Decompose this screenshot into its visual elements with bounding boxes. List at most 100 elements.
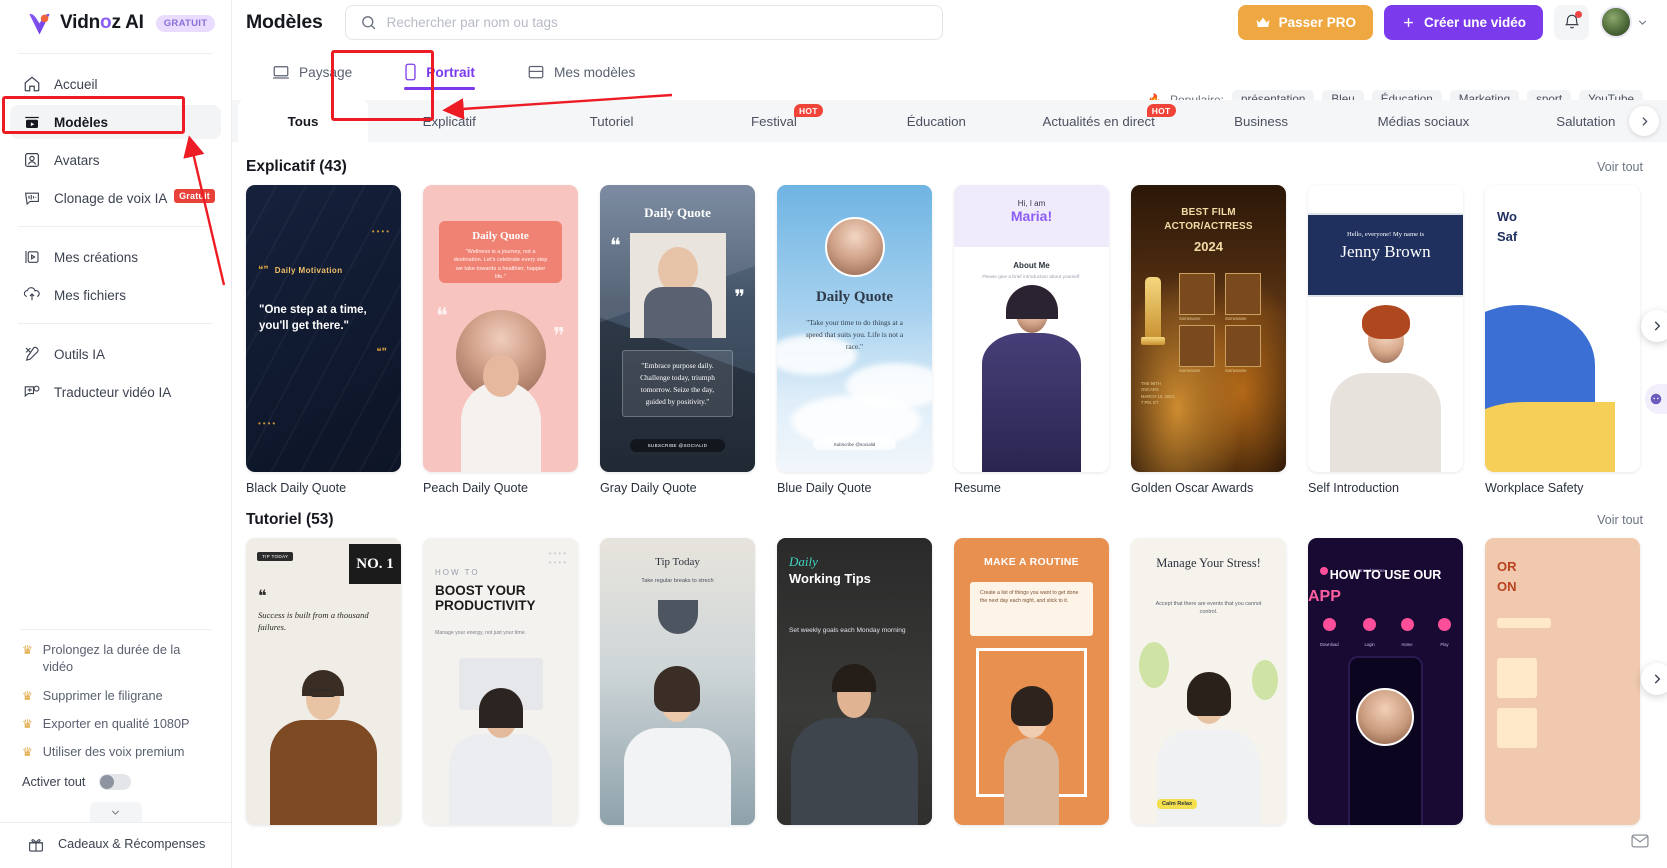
sidebar-item-mes-fichiers[interactable]: Mes fichiers (10, 278, 221, 312)
category-label: Actualités en direct (1042, 113, 1155, 129)
category-label: Médias sociaux (1377, 113, 1470, 129)
row-next-button-explicatif[interactable] (1641, 310, 1667, 342)
page-title: Modèles (246, 10, 323, 33)
category-tab-medias-sociaux[interactable]: Médias sociaux (1342, 100, 1504, 142)
category-label: Festival (751, 113, 797, 129)
create-video-button[interactable]: Créer une vidéo (1383, 4, 1543, 40)
category-tab-explicatif[interactable]: Explicatif (368, 100, 530, 142)
upgrade-pro-button[interactable]: Passer PRO (1237, 4, 1373, 40)
template-card[interactable]: BEST FILM ACTOR/ACTRESS 2024 Somename So… (1131, 185, 1286, 495)
tab-label: Paysage (299, 64, 353, 80)
sidebar-item-avatars[interactable]: Avatars (10, 143, 221, 177)
category-tab-festival[interactable]: Festival HOT (693, 100, 855, 142)
main-content: Modèles Passer PRO Créer une vidéo (232, 0, 1667, 868)
glasses-icon (310, 690, 336, 697)
oscar-statue-icon (1145, 277, 1161, 341)
template-card[interactable]: Manage Your Stress! Accept that there ar… (1131, 538, 1286, 834)
category-tab-tutoriel[interactable]: Tutoriel (530, 100, 692, 142)
templates-content: Explicatif (43) Voir tout •••• ❝❞ Daily … (232, 142, 1667, 834)
template-card[interactable]: Daily Quote "Take your time to do things… (777, 185, 932, 495)
thumb-card: Create a list of things you want to get … (970, 582, 1093, 636)
template-card[interactable]: TIP TODAY NO. 1 ❝ Success is built from … (246, 538, 401, 834)
thumb-name: Maria! (1010, 208, 1053, 224)
brand[interactable]: Vidn o z AI GRATUIT (0, 0, 231, 46)
template-thumbnail: TIP TODAY NO. 1 ❝ Success is built from … (246, 538, 401, 825)
promo-item-voix-premium[interactable]: ♛ Utiliser des voix premium (10, 744, 221, 772)
promo-label: Supprimer le filigrane (42, 688, 163, 703)
thumb-body-shape (270, 720, 377, 825)
notifications-button[interactable] (1554, 4, 1589, 40)
lamp-icon (658, 600, 698, 634)
view-tabs-row: Paysage Portrait Mes modèles 🔥 Populaire… (232, 44, 1667, 109)
create-video-label: Créer une vidéo (1423, 14, 1526, 30)
thumb-title: Daily Quote (815, 289, 894, 305)
category-tab-business[interactable]: Business (1180, 100, 1342, 142)
template-card[interactable]: Hi, I am Maria! About Me Please give a b… (954, 185, 1109, 495)
category-tab-education[interactable]: Éducation (855, 100, 1017, 142)
chat-support-button[interactable] (1645, 384, 1667, 414)
sidebar-item-accueil[interactable]: Accueil (10, 67, 221, 101)
category-tab-actualites-en-direct[interactable]: Actualités en direct HOT (1018, 100, 1180, 142)
thumb-body-shape (1157, 730, 1260, 825)
section-header-explicatif: Explicatif (43) Voir tout (232, 142, 1667, 185)
template-card[interactable]: Daily Quote ❝ ❞ "Embrace purpose daily. … (600, 185, 755, 495)
activate-all-label: Activer tout (22, 775, 86, 789)
voice-clone-icon (22, 189, 41, 208)
decoration (1497, 658, 1537, 698)
template-card[interactable]: MAKE A ROUTINE Create a list of things y… (954, 538, 1109, 834)
collapse-promo-button[interactable] (89, 802, 142, 822)
template-card[interactable]: Brand Name HOW TO USE OUR APP Download L… (1308, 538, 1463, 834)
thumb-footer: Subscribe @socialid (813, 438, 896, 450)
divider (18, 53, 213, 54)
search-input[interactable] (386, 14, 928, 30)
search-box[interactable] (344, 4, 943, 40)
template-card[interactable]: Daily Quote "Wellness is a journey, not … (423, 185, 578, 495)
card-row-tutoriel: TIP TODAY NO. 1 ❝ Success is built from … (232, 538, 1667, 834)
see-all-explicatif[interactable]: Voir tout (1597, 160, 1643, 174)
tab-label: Portrait (426, 64, 475, 80)
template-card[interactable]: Daily Working Tips Set weekly goals each… (777, 538, 932, 834)
promo-item-1080p[interactable]: ♛ Exporter en qualité 1080P (10, 716, 221, 744)
tab-portrait[interactable]: Portrait (378, 44, 501, 100)
avatar-icon (22, 151, 41, 170)
template-card[interactable]: Wo Saf Workplace Safety (1485, 185, 1640, 495)
quote-icon: ❝ (436, 303, 448, 328)
activate-all-toggle[interactable] (99, 774, 132, 790)
thumb-footer: SUBSCRIBE @SOCIALID (630, 439, 725, 452)
sidebar-item-cadeaux-recompenses[interactable]: Cadeaux & Récompenses (0, 822, 231, 868)
template-thumbnail: MAKE A ROUTINE Create a list of things y… (954, 538, 1109, 825)
see-all-tutoriel[interactable]: Voir tout (1597, 513, 1643, 527)
template-thumbnail: Brand Name HOW TO USE OUR APP Download L… (1308, 538, 1463, 825)
promo-item-duree[interactable]: ♛ Prolongez la durée de la vidéo (10, 642, 221, 687)
tab-mes-modeles[interactable]: Mes modèles (501, 44, 661, 100)
category-tab-tous[interactable]: Tous (238, 100, 368, 142)
sidebar-item-clonage-de-voix-ia[interactable]: Clonage de voix IA Gratuit (10, 181, 221, 215)
row-next-button-tutoriel[interactable] (1641, 663, 1667, 695)
category-next-button[interactable] (1629, 106, 1659, 136)
template-card[interactable]: OR ON (1485, 538, 1640, 834)
category-label: Éducation (906, 113, 966, 129)
promo-item-filigrane[interactable]: ♛ Supprimer le filigrane (10, 688, 221, 716)
user-menu[interactable] (1600, 6, 1649, 38)
sidebar-item-mes-creations[interactable]: Mes créations (10, 240, 221, 274)
crown-icon: ♛ (22, 688, 33, 703)
chevron-down-icon (111, 809, 120, 815)
sidebar-item-label: Mes créations (54, 249, 139, 265)
upgrade-pro-label: Passer PRO (1278, 14, 1356, 30)
sidebar-item-modeles[interactable]: Modèles (10, 105, 221, 139)
template-card[interactable]: Hello, everyone! My name is Jenny Brown … (1308, 185, 1463, 495)
template-card[interactable]: •••• •••• HOW TO BOOST YOUR PRODUCTIVITY … (423, 538, 578, 834)
thumb-body-shape (791, 718, 918, 825)
template-card[interactable]: •••• ❝❞ Daily Motivation "One step at a … (246, 185, 401, 495)
quote-icon: ❞ (553, 323, 565, 348)
thumb-avatar (825, 217, 885, 277)
sidebar-item-label: Mes fichiers (54, 287, 127, 303)
quote-icon: ❝ (258, 588, 267, 605)
tab-paysage[interactable]: Paysage (246, 44, 378, 100)
sidebar-item-traducteur-video-ia[interactable]: Traducteur vidéo IA (10, 375, 221, 409)
template-card[interactable]: Tip Today Take regular breaks to strech (600, 538, 755, 834)
thumb-photo (630, 233, 726, 338)
sidebar-item-outils-ia[interactable]: Outils IA (10, 337, 221, 371)
feedback-mail-button[interactable] (1627, 828, 1653, 854)
decoration (1139, 642, 1169, 688)
